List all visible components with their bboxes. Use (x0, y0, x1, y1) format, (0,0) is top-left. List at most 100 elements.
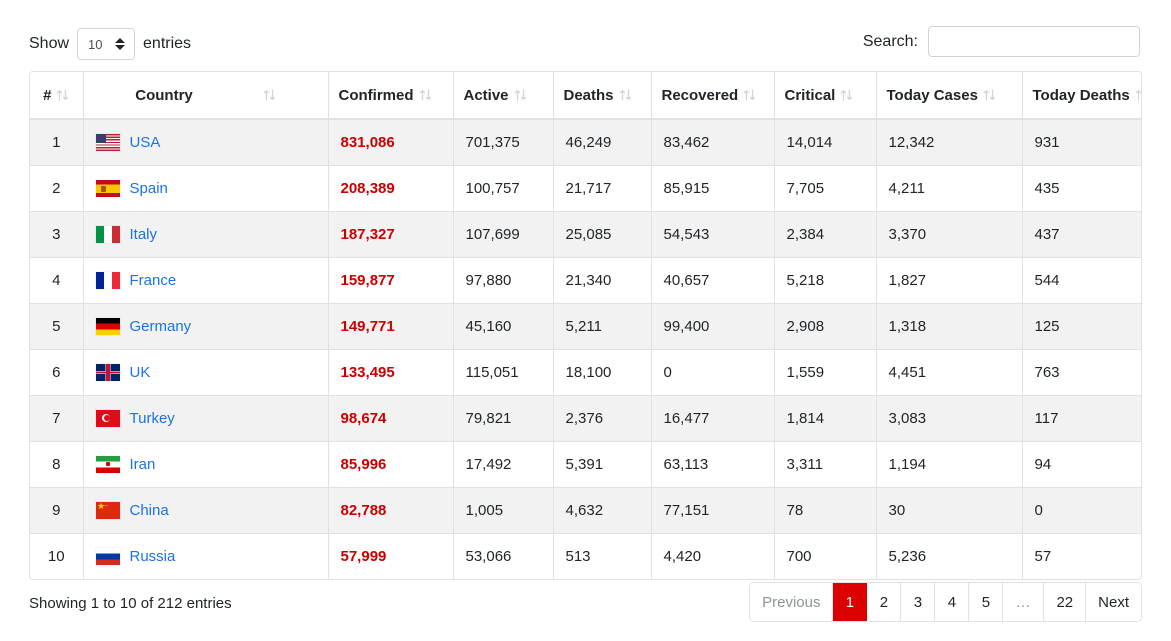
col-header-country-label: Country (135, 86, 193, 104)
cell-recovered: 77,151 (651, 486, 775, 533)
country-link[interactable]: Iran (130, 456, 156, 473)
col-header-idx[interactable]: # (30, 72, 84, 120)
cell-deaths: 18,100 (553, 348, 652, 395)
col-header-today-deaths[interactable]: Today Deaths (1022, 72, 1141, 120)
cell-deaths: 513 (553, 532, 652, 579)
cell-critical: 14,014 (774, 119, 877, 165)
table-body: 1 USA 831,086 701,375 46,249 83,462 14,014 12,3… (30, 119, 1141, 579)
col-header-deaths[interactable]: Deaths (553, 72, 652, 120)
cell-recovered: 40,657 (651, 256, 775, 303)
country-link[interactable]: Italy (130, 226, 158, 243)
page-length-select-wrap[interactable]: 10 (77, 28, 136, 60)
country-link[interactable]: Germany (130, 318, 192, 335)
cell-today-deaths: 763 (1022, 348, 1141, 395)
country-link[interactable]: China (130, 502, 169, 519)
flag-germany-icon (95, 317, 120, 335)
cell-critical: 1,559 (774, 348, 877, 395)
table-controls-bar: Show 10 entries Search: (0, 0, 1171, 70)
country-link[interactable]: UK (130, 364, 151, 381)
col-header-recovered-label: Recovered (661, 86, 739, 104)
country-link[interactable]: France (130, 272, 177, 289)
table-row: 8 Iran 85,996 17,492 5,391 63,113 3,311 1,194 94 (30, 440, 1141, 487)
table-head: # Country Confirmed Active Deaths Recove… (30, 72, 1141, 120)
country-link[interactable]: Spain (130, 180, 168, 197)
col-header-active[interactable]: Active (453, 72, 554, 120)
col-header-today-cases[interactable]: Today Cases (876, 72, 1023, 120)
sort-updown-icon (514, 88, 527, 102)
col-header-idx-label: # (43, 86, 52, 104)
page-button-next[interactable]: Next (1086, 583, 1141, 621)
cell-today-deaths: 57 (1022, 532, 1141, 579)
col-header-today-deaths-label: Today Deaths (1032, 86, 1130, 104)
flag-usa-icon (95, 133, 120, 151)
cell-today-cases: 3,370 (876, 210, 1023, 257)
cell-index: 5 (30, 302, 84, 349)
pagination: Previous 1 2 3 4 5… 22 Next (749, 582, 1142, 622)
page-button-3[interactable]: 3 (901, 583, 936, 621)
cell-country: USA (83, 119, 329, 165)
cell-critical: 78 (774, 486, 877, 533)
cell-active: 79,821 (453, 394, 554, 441)
page-length-control: Show 10 entries (29, 28, 191, 60)
sort-updown-icon (56, 88, 69, 102)
sort-updown-icon (1135, 88, 1141, 102)
table-row: 4 France 159,877 97,880 21,340 40,657 5,218 1,8… (30, 256, 1141, 303)
cell-confirmed: 149,771 (328, 302, 454, 349)
cell-deaths: 21,717 (553, 164, 652, 211)
cell-today-deaths: 94 (1022, 440, 1141, 487)
cell-today-deaths: 117 (1022, 394, 1141, 441)
cell-index: 10 (30, 532, 84, 579)
cell-country: Iran (83, 440, 329, 487)
sort-updown-icon (419, 88, 432, 102)
col-header-critical[interactable]: Critical (774, 72, 877, 120)
cell-deaths: 25,085 (553, 210, 652, 257)
cell-critical: 7,705 (774, 164, 877, 211)
cell-today-cases: 4,211 (876, 164, 1023, 211)
cell-deaths: 5,211 (553, 302, 652, 349)
page-button-2[interactable]: 2 (867, 583, 902, 621)
table-row: 10 Russia 57,999 53,066 513 4,420 700 5,236 57 (30, 532, 1141, 579)
table-row: 7 Turkey 98,674 79,821 2,376 16,477 1,814 3,083… (30, 394, 1141, 441)
page-button-5[interactable]: 5 (969, 583, 1004, 621)
cell-confirmed: 82,788 (328, 486, 454, 533)
col-header-recovered[interactable]: Recovered (651, 72, 775, 120)
flag-italy-icon (95, 225, 120, 243)
flag-spain-icon (95, 179, 120, 197)
table-row: 9 China 82,7881,0054,63277,15178300 (30, 486, 1141, 533)
cell-critical: 1,814 (774, 394, 877, 441)
cell-critical: 3,311 (774, 440, 877, 487)
cell-index: 9 (30, 486, 84, 533)
flag-uk-icon (95, 363, 120, 381)
col-header-country[interactable]: Country (83, 72, 329, 120)
page-button-1[interactable]: 1 (833, 583, 868, 621)
page-button-22[interactable]: 22 (1044, 583, 1087, 621)
show-label: Show (29, 35, 70, 52)
country-link[interactable]: Russia (130, 548, 176, 565)
entries-label: entries (143, 35, 192, 52)
cell-today-cases: 12,342 (876, 119, 1023, 165)
cell-deaths: 2,376 (553, 394, 652, 441)
col-header-confirmed[interactable]: Confirmed (328, 72, 454, 120)
cell-index: 4 (30, 256, 84, 303)
cell-country: Russia (83, 532, 329, 579)
updown-stepper-icon (115, 36, 126, 52)
cell-index: 7 (30, 394, 84, 441)
sort-updown-icon (263, 88, 276, 102)
cell-country: Italy (83, 210, 329, 257)
cell-index: 3 (30, 210, 84, 257)
sort-updown-icon (743, 88, 756, 102)
table-row: 3 Italy 187,327 107,699 25,085 54,543 2,384 3,3… (30, 210, 1141, 257)
country-link[interactable]: Turkey (130, 410, 175, 427)
cell-active: 1,005 (453, 486, 554, 533)
cell-recovered: 85,915 (651, 164, 775, 211)
flag-france-icon (95, 271, 120, 289)
country-link[interactable]: USA (130, 134, 161, 151)
page-button-4[interactable]: 4 (935, 583, 970, 621)
flag-china-icon (95, 501, 120, 519)
cell-confirmed: 831,086 (328, 119, 454, 165)
col-header-deaths-label: Deaths (563, 86, 614, 104)
page-length-select[interactable]: 10 (77, 28, 136, 60)
search-input[interactable] (928, 26, 1140, 57)
cell-deaths: 21,340 (553, 256, 652, 303)
cell-today-deaths: 437 (1022, 210, 1141, 257)
